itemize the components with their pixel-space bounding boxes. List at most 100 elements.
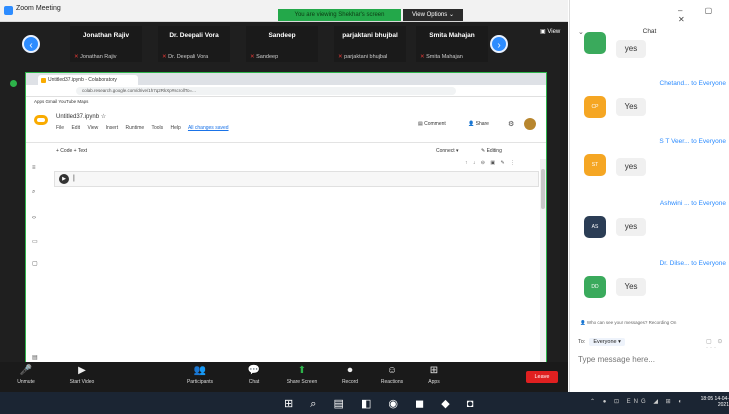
colab-left-rail: ≡ ⌕ ‹› ▭ ▢ ▤ ▬ xyxy=(26,159,44,379)
last-edit-link[interactable]: All changes saved xyxy=(188,125,229,131)
menu-runtime[interactable]: Runtime xyxy=(126,125,145,131)
code-icon[interactable]: ‹› xyxy=(32,215,38,221)
avatar[interactable] xyxy=(524,118,536,130)
run-cell-button[interactable]: ▶ xyxy=(59,174,69,184)
browser-tab-strip: Untitled37.ipynb - Colaboratory xyxy=(26,73,546,85)
search-icon[interactable]: ⌕ xyxy=(32,189,38,195)
participant-label: ✕ Smita Mahajan xyxy=(420,54,463,60)
add-text-button[interactable]: + Text xyxy=(74,148,87,154)
url-field[interactable]: colab.research.google.com/drive/1h7q2RkX… xyxy=(76,87,456,95)
message-sender: Ashwini ... to Everyone xyxy=(659,200,726,207)
share-screen-button[interactable]: ⬆ Share Screen xyxy=(282,365,322,385)
browser-address-bar: colab.research.google.com/drive/1h7q2RkX… xyxy=(26,85,546,97)
chat-message-input[interactable] xyxy=(576,352,724,368)
share-screen-icon: ⬆ xyxy=(297,365,307,376)
zoom-meeting-window: Zoom Meeting You are viewing Shekhar's s… xyxy=(0,0,729,414)
chat-panel: – ▢ ✕ ⌄ Chat yes Chetand... to Everyone … xyxy=(569,0,729,392)
colab-favicon-icon xyxy=(41,78,46,83)
avatar: ST xyxy=(584,154,606,176)
window-controls[interactable]: – ▢ ✕ xyxy=(678,6,729,24)
participant-name: Smita Mahajan xyxy=(429,32,475,39)
message-text: yes xyxy=(616,40,646,58)
zoom-title-bar: Zoom Meeting You are viewing Shekhar's s… xyxy=(0,0,568,22)
participant-label: ✕ Sandeep xyxy=(250,54,279,60)
participant-tile[interactable]: Sandeep ✕ Sandeep xyxy=(246,26,318,62)
system-clock[interactable]: 18:05 14-04-2021 xyxy=(694,396,729,408)
menu-view[interactable]: View xyxy=(87,125,98,131)
gallery-next-button[interactable]: › xyxy=(490,35,508,53)
cell-cursor: | xyxy=(73,175,75,182)
gear-icon[interactable]: ⚙ xyxy=(508,120,514,128)
avatar: AS xyxy=(584,216,606,238)
message-sender: S T Veer... to Everyone xyxy=(659,138,726,145)
variables-icon[interactable]: ▭ xyxy=(32,239,38,245)
chat-messages: yes Chetand... to Everyone CP Yes S T Ve… xyxy=(570,32,729,320)
message-text: yes xyxy=(616,218,646,236)
colab-menu-bar: File Edit View Insert Runtime Tools Help… xyxy=(56,125,235,131)
editing-mode-button[interactable]: ✎ Editing xyxy=(481,148,502,154)
leave-meeting-button[interactable]: Leave xyxy=(526,371,558,383)
bookmarks-bar[interactable]: Apps Gmail YouTube Maps xyxy=(26,97,546,107)
add-code-button[interactable]: + Code + Text xyxy=(56,148,87,154)
comment-button[interactable]: ▤ Comment xyxy=(418,121,446,127)
files-icon[interactable]: ▢ xyxy=(32,261,38,267)
notebook-title[interactable]: Untitled37.ipynb ☆ xyxy=(56,113,106,120)
participant-name: Jonathan Rajiv xyxy=(82,32,130,39)
participant-tile[interactable]: Jonathan Rajiv ✕ Jonathan Rajiv xyxy=(70,26,142,62)
participants-button[interactable]: 👥 Participants xyxy=(180,365,220,385)
system-tray[interactable]: ⌃ ● ⊡ ENG ◢ ⊞ ◐ xyxy=(590,398,685,405)
chat-visibility-note[interactable]: 👤 Who can see your messages? Recording O… xyxy=(580,320,676,326)
share-status-icon xyxy=(10,80,17,87)
colab-header: Untitled37.ipynb ☆ File Edit View Insert… xyxy=(26,107,546,143)
participant-label: ✕ parjaktani bhujbal xyxy=(338,54,388,60)
notebook-scrollbar[interactable] xyxy=(540,159,546,379)
participant-name: Dr. Deepali Vora xyxy=(169,32,219,39)
video-icon: ▶ xyxy=(78,365,86,376)
apps-icon: ⊞ xyxy=(429,365,439,376)
zoom-control-bar: 🎤 Unmute ▶ Start Video 👥 Participants 💬 Chat… xyxy=(0,362,568,392)
participant-name: parjaktani bhujbal xyxy=(342,32,398,39)
participants-icon: 👥 xyxy=(193,365,207,376)
menu-insert[interactable]: Insert xyxy=(106,125,119,131)
participant-tile[interactable]: Dr. Deepali Vora ✕ Dr. Deepali Vora xyxy=(158,26,230,62)
participant-tile[interactable]: Smita Mahajan ✕ Smita Mahajan xyxy=(416,26,488,62)
participant-tile[interactable]: parjaktani bhujbal ✕ parjaktani bhujbal xyxy=(334,26,406,62)
colab-share-button[interactable]: 👤 Share xyxy=(468,121,489,127)
chat-message: Ashwini ... to Everyone AS yes xyxy=(570,200,729,260)
cell-toolbar[interactable]: ↑ ↓ ⊖ ▣ ✎ ⋮ xyxy=(465,160,517,166)
message-sender: Dr. Dilse... to Everyone xyxy=(659,260,726,267)
unmute-button[interactable]: 🎤 Unmute xyxy=(6,365,46,385)
taskbar-pinned-icons[interactable]: ⊞ ⌕ ▤ ◧ ◉ ◼ ◆ ◘ xyxy=(284,397,480,411)
message-text: Yes xyxy=(616,278,646,296)
snippets-icon[interactable]: ▤ xyxy=(32,355,38,361)
start-video-button[interactable]: ▶ Start Video xyxy=(62,365,102,385)
windows-taskbar: ⊞ ⌕ ▤ ◧ ◉ ◼ ◆ ◘ ⌃ ● ⊡ ENG ◢ ⊞ ◐ 18:05 14… xyxy=(0,392,729,414)
chat-message: S T Veer... to Everyone ST yes xyxy=(570,138,729,198)
colab-logo-icon xyxy=(34,115,48,125)
menu-file[interactable]: File xyxy=(56,125,64,131)
browser-tab[interactable]: Untitled37.ipynb - Colaboratory xyxy=(38,75,138,85)
avatar: CP xyxy=(584,96,606,118)
gallery-prev-button[interactable]: ‹ xyxy=(22,35,40,53)
participant-name: Sandeep xyxy=(268,32,296,39)
record-icon: ⏺ xyxy=(347,365,353,376)
reactions-button[interactable]: ☺ Reactions xyxy=(372,365,412,385)
menu-tools[interactable]: Tools xyxy=(151,125,163,131)
code-cell[interactable]: ▶ | ↑ ↓ ⊖ ▣ ✎ ⋮ xyxy=(54,160,539,187)
toc-icon[interactable]: ≡ xyxy=(32,165,38,171)
chat-options-icon[interactable]: ▢ ⊙ ··· xyxy=(706,338,729,351)
avatar: DD xyxy=(584,276,606,298)
apps-button[interactable]: ⊞ Apps xyxy=(414,365,454,385)
menu-help[interactable]: Help xyxy=(171,125,181,131)
chat-button[interactable]: 💬 Chat xyxy=(234,365,274,385)
zoom-logo-icon xyxy=(4,6,13,15)
connect-button[interactable]: Connect ▾ xyxy=(436,148,459,154)
scroll-thumb[interactable] xyxy=(541,169,545,209)
view-options-button[interactable]: View Options ⌄ xyxy=(403,9,463,21)
avatar xyxy=(584,32,606,54)
recipient-select[interactable]: Everyone ▾ xyxy=(589,338,625,346)
meeting-stage: ‹ › ▣ View Jonathan Rajiv ✕ Jonathan Raj… xyxy=(0,22,568,396)
view-toggle-button[interactable]: ▣ View xyxy=(540,28,562,38)
record-button[interactable]: ⏺ Record xyxy=(330,365,370,385)
menu-edit[interactable]: Edit xyxy=(71,125,80,131)
